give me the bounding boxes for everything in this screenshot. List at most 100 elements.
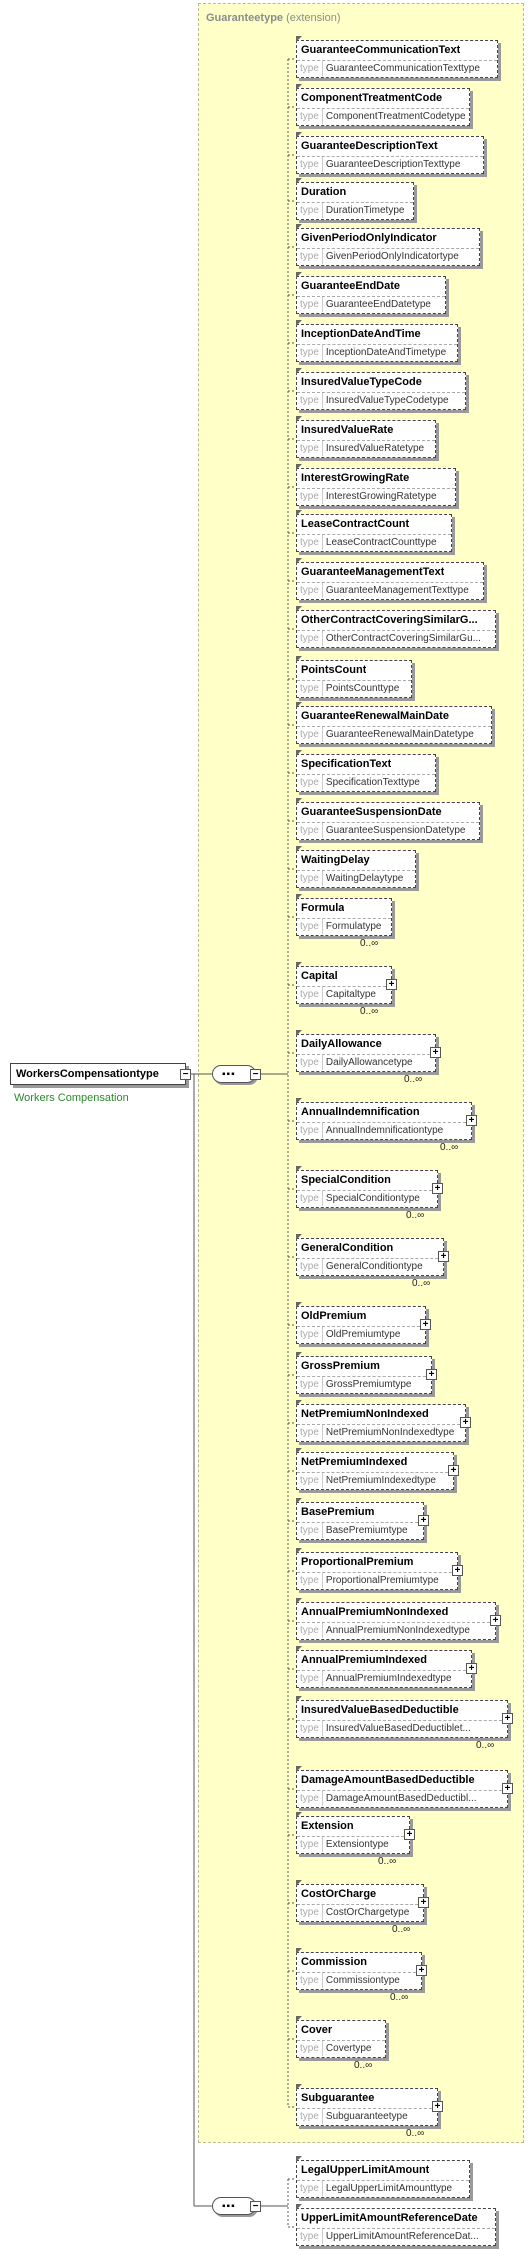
element-type: OtherContractCoveringSimilarGu... [325,633,481,644]
collapse-icon[interactable]: − [250,1069,261,1080]
schema-diagram: Guaranteetype (extension) WorkersCompens… [0,0,529,2255]
collapse-icon[interactable]: − [180,1069,191,1080]
element-box[interactable]: SpecificationText type SpecificationTextty… [296,750,436,792]
element-name: Extension [301,1820,354,1832]
element-box[interactable]: Duration type DurationTimetype [296,178,414,220]
element-type-row: type NetPremiumIndexedtype [297,1472,453,1489]
element-box[interactable]: Capital type Capitaltype + [296,962,397,1004]
element-box[interactable]: NetPremiumIndexed type NetPremiumIndexedty… [296,1448,459,1490]
element-box[interactable]: CostOrCharge type CostOrChargetype + [296,1880,429,1922]
element-box[interactable]: PointsCount type PointsCounttype [296,656,412,698]
element-box[interactable]: GivenPeriodOnlyIndicator type GivenPeriodO… [296,224,480,266]
element-box[interactable]: ProportionalPremium type ProportionalPremi… [296,1548,463,1590]
root-documentation: Workers Compensation [14,1092,129,1104]
expand-icon[interactable]: + [466,1663,477,1674]
element-box[interactable]: GuaranteeDescriptionText type GuaranteeDes… [296,132,484,174]
element-type-row: type GuaranteeEndDatetype [297,296,445,313]
element-name: OtherContractCoveringSimilarG... [301,614,478,626]
element-box[interactable]: DailyAllowance type DailyAllowancetype + [296,1030,441,1072]
sequence-compositor-main[interactable]: ▪▪▪ − [212,1065,261,1083]
element-box[interactable]: DamageAmountBasedDeductible type DamageAmo… [296,1766,513,1808]
sequence-compositor-limits[interactable]: ▪▪▪ − [212,2197,261,2215]
element-box[interactable]: InsuredValueBasedDeductible type InsuredVa… [296,1696,513,1738]
element-type-row: type ComponentTreatmentCodetype [297,108,469,125]
expand-icon[interactable]: + [426,1369,437,1380]
expand-icon[interactable]: + [386,979,397,990]
optional-marker-icon [296,1696,302,1702]
expand-icon[interactable]: + [432,1183,443,1194]
occurrence-label: 0..∞ [406,1210,425,1221]
element-box[interactable]: LegalUpperLimitAmount type LegalUpperLimit… [296,2156,470,2198]
element-type: LegalUpperLimitAmounttype [325,2183,453,2194]
expand-icon[interactable]: + [452,1565,463,1576]
element-type: GeneralConditiontype [325,1261,423,1272]
element-box[interactable]: AnnualIndemnification type AnnualIndemnifi… [296,1098,477,1140]
element-box[interactable]: GuaranteeCommunicationText type GuaranteeC… [296,36,498,78]
element-box[interactable]: LeaseContractCount type LeaseContractCount… [296,510,452,552]
expand-icon[interactable]: + [466,1115,477,1126]
expand-icon[interactable]: + [416,1965,427,1976]
type-label: type [297,1573,323,1588]
element-box[interactable]: Formula type Formulatype [296,894,392,936]
element-type-row: type OldPremiumtype [297,1326,425,1343]
element-box[interactable]: Cover type Covertype [296,2016,386,2058]
expand-icon[interactable]: + [502,1783,513,1794]
element-box[interactable]: InceptionDateAndTime type InceptionDateAnd… [296,320,458,362]
element-type-row: type BasePremiumtype [297,1522,423,1539]
optional-marker-icon [296,702,302,708]
type-label: type [297,1623,323,1638]
type-label: type [297,1973,323,1988]
optional-marker-icon [296,178,302,184]
element-box[interactable]: GeneralCondition type GeneralConditiontype… [296,1234,449,1276]
type-label: type [297,203,323,218]
element-name: CostOrCharge [301,1888,377,1900]
expand-icon[interactable]: + [502,1713,513,1724]
element-box[interactable]: OldPremium type OldPremiumtype + [296,1302,431,1344]
element-box[interactable]: InsuredValueTypeCode type InsuredValueType… [296,368,466,410]
element-box[interactable]: WaitingDelay type WaitingDelaytype [296,846,416,888]
element-box[interactable]: ComponentTreatmentCode type ComponentTreat… [296,84,470,126]
element-box[interactable]: GrossPremium type GrossPremiumtype + [296,1352,437,1394]
expand-icon[interactable]: + [418,1515,429,1526]
element-name: GeneralCondition [301,1242,394,1254]
expand-icon[interactable]: + [432,2101,443,2112]
expand-icon[interactable]: + [490,1615,501,1626]
collapse-icon[interactable]: − [250,2201,261,2212]
element-box[interactable]: AnnualPremiumIndexed type AnnualPremiumInd… [296,1646,477,1688]
element-box[interactable]: GuaranteeSuspensionDate type GuaranteeSusp… [296,798,480,840]
element-box[interactable]: Subguarantee type Subguaranteetype + [296,2084,443,2126]
element-box[interactable]: NetPremiumNonIndexed type NetPremiumNonInd… [296,1400,471,1442]
element-type-row: type LegalUpperLimitAmounttype [297,2180,469,2197]
type-label: type [297,1671,323,1686]
element-box[interactable]: AnnualPremiumNonIndexed type AnnualPremium… [296,1598,501,1640]
expand-icon[interactable]: + [418,1897,429,1908]
element-type-row: type SpecialConditiontype [297,1190,437,1207]
root-element[interactable]: WorkersCompensationtype − [10,1063,191,1085]
element-box[interactable]: Commission type Commissiontype + [296,1948,427,1990]
element-name: WaitingDelay [301,854,370,866]
expand-icon[interactable]: + [420,1319,431,1330]
expand-icon[interactable]: + [460,1417,471,1428]
element-box[interactable]: UpperLimitAmountReferenceDate type UpperLi… [296,2204,496,2246]
element-box[interactable]: InsuredValueRate type InsuredValueRatetype [296,416,436,458]
element-box[interactable]: OtherContractCoveringSimilarG... type Othe… [296,606,496,648]
element-name: AnnualPremiumNonIndexed [301,1606,449,1618]
element-name: InceptionDateAndTime [301,328,421,340]
expand-icon[interactable]: + [438,1251,449,1262]
element-box[interactable]: GuaranteeEndDate type GuaranteeEndDatetype [296,272,446,314]
expand-icon[interactable]: + [430,1047,441,1058]
element-name: InsuredValueBasedDeductible [301,1704,459,1716]
element-box[interactable]: InterestGrowingRate type InterestGrowingRa… [296,464,456,506]
element-name: InsuredValueTypeCode [301,376,422,388]
optional-marker-icon [296,1030,302,1036]
element-box[interactable]: GuaranteeManagementText type GuaranteeMana… [296,558,484,600]
expand-icon[interactable]: + [448,1465,459,1476]
element-type-row: type GuaranteeDescriptionTexttype [297,156,483,173]
expand-icon[interactable]: + [404,1829,415,1840]
element-name: GuaranteeSuspensionDate [301,806,442,818]
element-box[interactable]: BasePremium type BasePremiumtype + [296,1498,429,1540]
element-box[interactable]: SpecialCondition type SpecialConditiontype… [296,1166,443,1208]
element-box[interactable]: GuaranteeRenewalMainDate type GuaranteeRen… [296,702,492,744]
optional-marker-icon [296,750,302,756]
element-box[interactable]: Extension type Extensiontype + [296,1812,415,1854]
